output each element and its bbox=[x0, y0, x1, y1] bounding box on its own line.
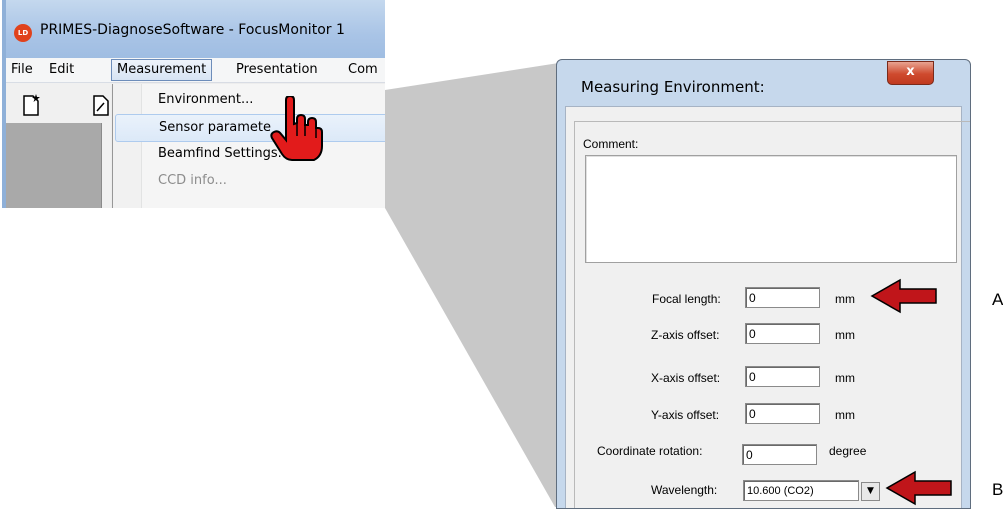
y-axis-offset-unit: mm bbox=[835, 408, 855, 422]
workspace-area bbox=[2, 123, 102, 208]
menu-presentation[interactable]: Presentation bbox=[231, 60, 323, 80]
coordinate-rotation-input[interactable]: 0 bbox=[742, 444, 817, 465]
wavelength-select[interactable]: 10.600 (CO2) bbox=[743, 480, 859, 501]
menu-item-beamfind-settings[interactable]: Beamfind Settings... bbox=[115, 141, 385, 167]
x-axis-offset-label: X-axis offset: bbox=[651, 371, 721, 385]
app-logo-icon: LD bbox=[14, 24, 32, 42]
arrow-b-icon bbox=[885, 470, 952, 506]
menu-file[interactable]: File bbox=[6, 60, 38, 80]
y-axis-offset-label: Y-axis offset: bbox=[651, 408, 720, 422]
window-border bbox=[2, 0, 6, 208]
menu-item-ccd-info: CCD info... bbox=[158, 173, 227, 188]
measurement-dropdown-menu: Environment... Sensor paramete Beamfind … bbox=[112, 84, 385, 208]
chevron-down-icon[interactable]: ▼ bbox=[861, 482, 880, 501]
app-window-crop: LD PRIMES-DiagnoseSoftware - FocusMonito… bbox=[2, 0, 385, 208]
z-axis-offset-unit: mm bbox=[835, 328, 855, 342]
open-document-icon[interactable] bbox=[92, 93, 112, 117]
title-bar: LD PRIMES-DiagnoseSoftware - FocusMonito… bbox=[2, 0, 385, 58]
focal-length-label: Focal length: bbox=[652, 292, 721, 306]
close-button[interactable]: x bbox=[887, 61, 934, 85]
focal-length-unit: mm bbox=[835, 292, 855, 306]
annotation-letter-a: A bbox=[992, 290, 1003, 309]
x-axis-offset-unit: mm bbox=[835, 371, 855, 385]
menu-item-environment[interactable]: Environment... bbox=[115, 87, 385, 113]
focal-length-input[interactable]: 0 bbox=[745, 287, 820, 308]
wavelength-label: Wavelength: bbox=[651, 483, 718, 497]
menu-bar: File Edit Measurement Presentation Com bbox=[2, 58, 385, 83]
comment-textarea[interactable] bbox=[585, 155, 957, 263]
z-axis-offset-label: Z-axis offset: bbox=[651, 328, 720, 342]
menu-com[interactable]: Com bbox=[343, 60, 383, 80]
y-axis-offset-input[interactable]: 0 bbox=[745, 403, 820, 424]
z-axis-offset-input[interactable]: 0 bbox=[745, 323, 820, 344]
menu-edit[interactable]: Edit bbox=[44, 60, 79, 80]
dialog-title: Measuring Environment: bbox=[581, 78, 765, 96]
menu-measurement[interactable]: Measurement bbox=[111, 59, 213, 81]
comment-label: Comment: bbox=[583, 137, 639, 151]
menu-item-sensor-parameters[interactable]: Sensor paramete bbox=[115, 114, 385, 142]
coordinate-rotation-label: Coordinate rotation: bbox=[597, 444, 703, 458]
annotation-letter-b: B bbox=[992, 480, 1003, 499]
window-title: PRIMES-DiagnoseSoftware - FocusMonitor 1 bbox=[40, 22, 345, 38]
hand-pointer-icon bbox=[270, 96, 323, 161]
x-axis-offset-input[interactable]: 0 bbox=[745, 366, 820, 387]
coordinate-rotation-unit: degree bbox=[829, 444, 867, 458]
arrow-a-icon bbox=[870, 278, 937, 314]
new-document-icon[interactable] bbox=[22, 93, 42, 117]
